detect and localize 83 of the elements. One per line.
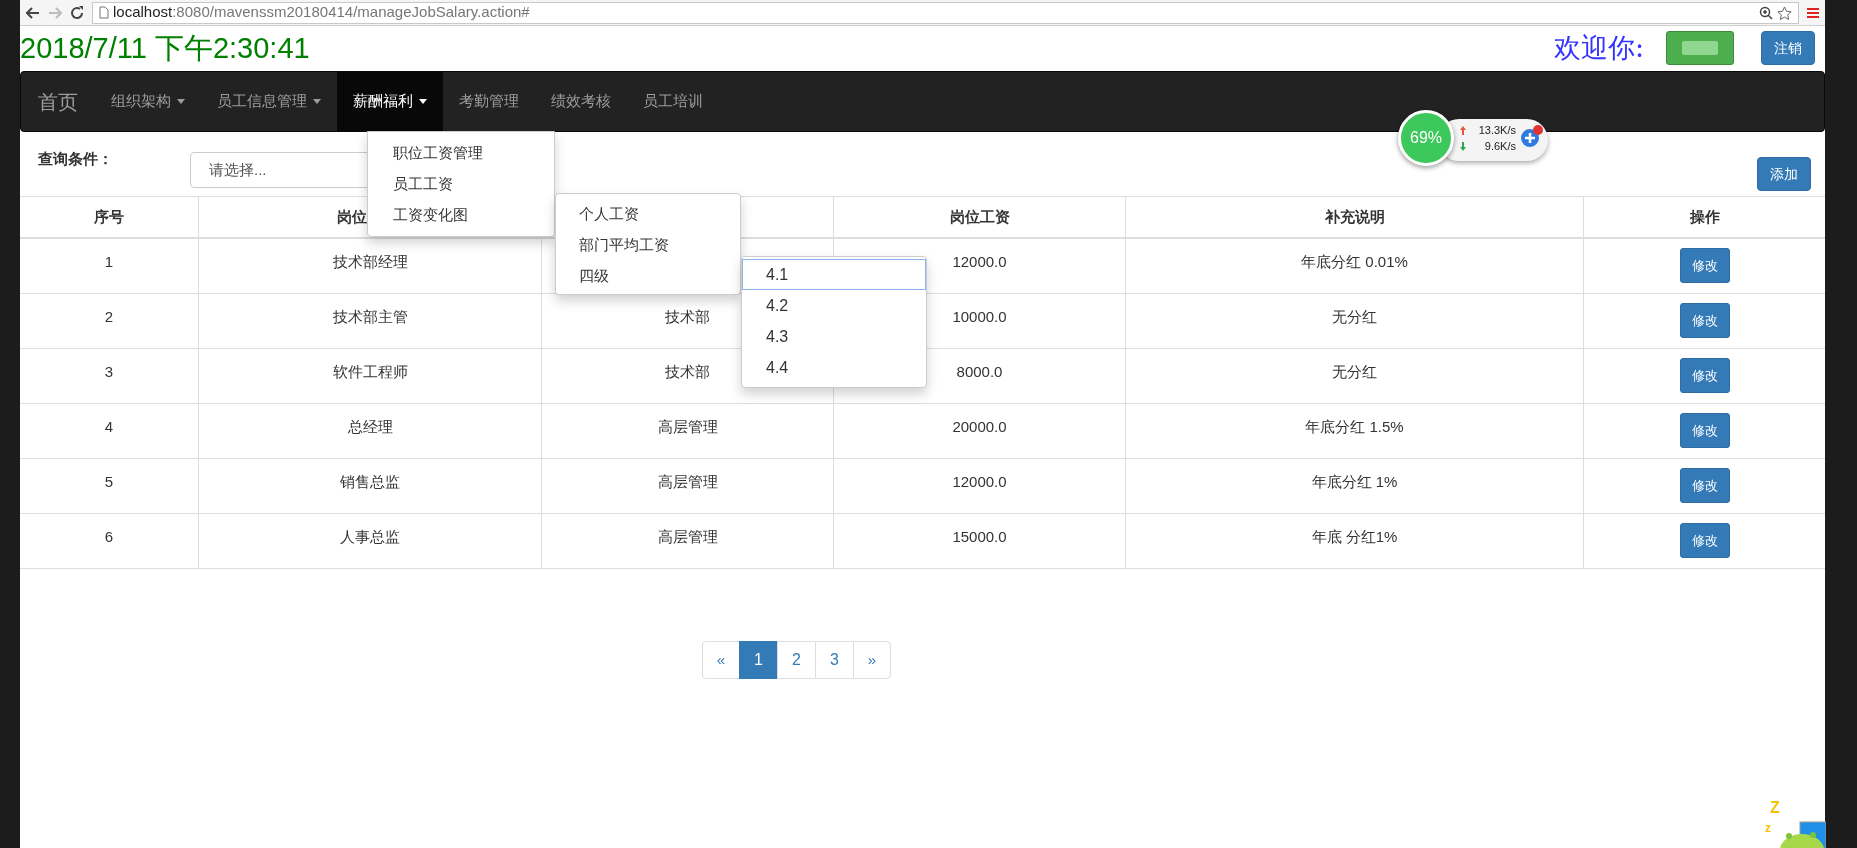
column-header: 补充说明 — [1324, 206, 1385, 227]
menu-item[interactable]: 4.4 — [742, 352, 926, 383]
table-cell-text: 无分红 — [1332, 362, 1377, 382]
table-cell-text: 12000.0 — [952, 472, 1007, 492]
menu-item[interactable]: 4.3 — [742, 321, 926, 352]
caret-icon — [419, 99, 427, 104]
table-cell-text: 高层管理 — [657, 527, 718, 547]
table-cell-text: 软件工程师 — [332, 362, 408, 382]
next-page-link[interactable]: » — [853, 641, 891, 679]
caret-icon — [177, 99, 185, 104]
table-cell-text: 2 — [104, 307, 114, 327]
edit-button[interactable]: 修改 — [1679, 523, 1730, 558]
menu-item[interactable]: 部门平均工资 — [556, 230, 740, 261]
redacted-name-badge — [1666, 31, 1734, 65]
logout-button[interactable]: 注销 — [1761, 31, 1815, 65]
nav-item[interactable]: 考勤管理 — [443, 72, 535, 131]
add-button[interactable]: 添加 — [1757, 157, 1811, 191]
table-cell-text: 高层管理 — [657, 417, 718, 437]
column-header: 序号 — [94, 206, 124, 227]
page-link[interactable]: 1 — [739, 641, 778, 679]
table-cell-text: 技术部主管 — [332, 307, 408, 327]
url-text: localhost:8080/mavenssm20180414/manageJobSalary.action# — [113, 2, 530, 23]
table-cell-text: 技术部 — [665, 307, 710, 327]
page-link[interactable]: 2 — [777, 641, 816, 679]
edit-button[interactable]: 修改 — [1679, 413, 1730, 448]
sleep-mark: Z — [1770, 800, 1780, 816]
sleep-mark: z — [1765, 822, 1771, 834]
page-icon — [99, 6, 109, 19]
nav-item[interactable]: 员工培训 — [627, 72, 719, 131]
query-label: 查询条件： — [38, 148, 114, 169]
datetime-text: 2018/7/11 下午2:30:41 — [20, 33, 310, 63]
menu-icon[interactable] — [1807, 6, 1819, 19]
download-arrow-icon — [1460, 141, 1466, 151]
table-cell-text: 6 — [104, 527, 114, 547]
table-cell-text: 8000.0 — [956, 362, 1003, 382]
table-cell-text: 年底分红 1% — [1311, 472, 1398, 492]
upload-speed: 13.3K/s — [1477, 123, 1516, 138]
table-cell-text: 年底 分红1% — [1311, 527, 1398, 547]
edit-button[interactable]: 修改 — [1679, 248, 1730, 283]
column-header: 岗位工资 — [949, 206, 1010, 227]
menu-item[interactable]: 4.2 — [742, 290, 926, 321]
greeting-text: 欢迎你: — [1553, 30, 1644, 65]
menu-item[interactable]: 4.1 — [742, 259, 926, 290]
back-icon[interactable] — [26, 5, 40, 20]
table-cell-text: 20000.0 — [952, 417, 1007, 437]
nav-item[interactable]: 绩效考核 — [535, 72, 627, 131]
table-cell-text: 5 — [104, 472, 114, 492]
table-cell-text: 年底分红 0.01% — [1301, 252, 1408, 272]
nav-item[interactable]: 员工信息管理 — [201, 72, 337, 131]
edit-button[interactable]: 修改 — [1679, 358, 1730, 393]
table-cell-text: 技术部经理 — [332, 252, 408, 272]
reload-icon[interactable] — [70, 5, 84, 20]
table-cell-text: 1 — [104, 252, 114, 272]
table-cell-text: 技术部 — [665, 362, 710, 382]
column-header: 操作 — [1689, 206, 1720, 227]
add-icon[interactable] — [1520, 124, 1544, 148]
table-cell-text: 10000.0 — [952, 307, 1007, 327]
table-cell-text: 总经理 — [347, 417, 393, 437]
table-cell-text: 年底分红 1.5% — [1305, 417, 1404, 437]
column-header: 岗位 — [337, 206, 367, 227]
table-cell-text: 4 — [104, 417, 114, 437]
page-link[interactable]: 3 — [815, 641, 854, 679]
address-field[interactable]: localhost:8080/mavenssm20180414/manageJobSalary.action# — [92, 1, 1799, 24]
menu-item[interactable]: 个人工资 — [556, 199, 740, 230]
table-cell-text: 3 — [104, 362, 114, 382]
edit-button[interactable]: 修改 — [1679, 468, 1730, 503]
nav-item[interactable]: 薪酬福利 — [337, 72, 443, 131]
caret-icon — [313, 99, 321, 104]
nav-item[interactable]: 组织架构 — [95, 72, 201, 131]
edit-button[interactable]: 修改 — [1679, 303, 1730, 338]
table-cell-text: 高层管理 — [657, 472, 718, 492]
home-link[interactable]: 首页 — [21, 72, 95, 131]
menu-item[interactable]: 工资变化图 — [368, 200, 554, 231]
table-cell-text: 12000.0 — [952, 252, 1007, 272]
table-cell-text: 15000.0 — [952, 527, 1007, 547]
upload-arrow-icon — [1460, 125, 1466, 135]
table-cell-text: 销售总监 — [340, 472, 400, 492]
download-speed: 9.6K/s — [1483, 139, 1516, 154]
star-icon[interactable] — [1777, 5, 1792, 20]
menu-item[interactable]: 四级 — [556, 261, 740, 292]
table-cell-text: 无分红 — [1332, 307, 1377, 327]
table-cell-text: 人事总监 — [340, 527, 400, 547]
zoom-icon[interactable] — [1759, 5, 1773, 20]
